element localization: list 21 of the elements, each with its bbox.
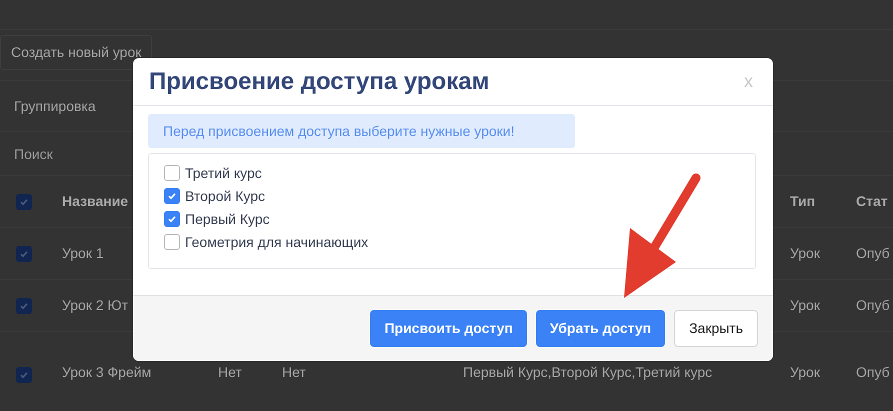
course-label: Третий курс: [185, 164, 262, 183]
table-cell-text: Урок: [790, 244, 821, 263]
table-cell-text: Урок 2 Ют: [62, 296, 128, 315]
table-cell-text: Урок 1: [62, 244, 104, 263]
table-cell-text: Нет: [218, 363, 243, 382]
grouping-label: Группировка: [14, 96, 96, 116]
table-cell-text: Опуб: [856, 244, 891, 263]
table-cell-text: Урок 3 Фрейм: [62, 363, 152, 382]
table-cell-text: Опуб: [856, 363, 891, 382]
course-label: Первый Курс: [185, 210, 270, 229]
table-cell-text: Опуб: [856, 296, 891, 315]
course-label: Геометрия для начинающих: [185, 232, 368, 252]
column-header: Тип: [790, 192, 816, 211]
column-header: Стат: [856, 192, 889, 211]
column-header: Название: [62, 192, 128, 211]
table-cell-text: Первый Курс,Второй Курс,Третий курс: [463, 363, 714, 382]
table-cell-text: Нет: [282, 363, 307, 382]
table-cell-text: Урок: [790, 296, 821, 315]
info-alert: Перед присвоением доступа выберите нужные уроки!: [148, 114, 575, 148]
table-cell-text: Урок: [790, 363, 821, 382]
course-label: Второй Курс: [185, 186, 265, 206]
